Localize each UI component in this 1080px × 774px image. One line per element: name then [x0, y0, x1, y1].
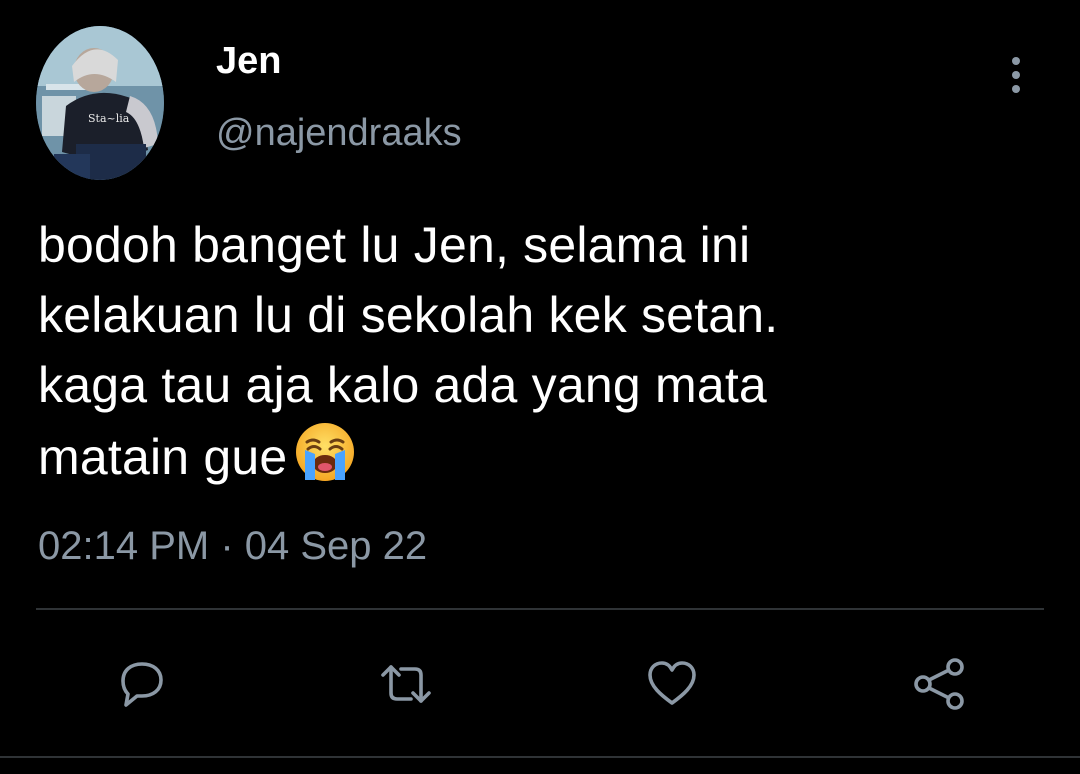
avatar-photo-icon: Sta~lia	[36, 26, 164, 180]
svg-text:Sta~lia: Sta~lia	[88, 112, 130, 125]
tweet-detail: Sta~lia Jen @najendraaks bodoh banget lu…	[0, 0, 1080, 774]
tweet-timestamp: 02:14 PM · 04 Sep 22	[38, 524, 428, 568]
tweet-text-line: matain gue	[38, 420, 1038, 492]
like-button[interactable]	[640, 652, 704, 716]
avatar[interactable]: Sta~lia	[36, 26, 164, 180]
author-handle[interactable]: @najendraaks	[216, 112, 462, 155]
retweet-icon	[381, 665, 431, 703]
tweet-text-line: bodoh banget lu Jen, selama ini	[38, 217, 751, 273]
reply-button[interactable]	[110, 652, 174, 716]
vertical-ellipsis-icon	[1012, 57, 1020, 93]
tweet-text-line: kelakuan lu di sekolah kek setan.	[38, 287, 779, 343]
loudly-crying-face-icon	[293, 420, 357, 484]
heart-icon	[648, 661, 696, 705]
speech-bubble-icon	[121, 662, 163, 707]
share-button[interactable]	[908, 652, 972, 716]
tweet-text: bodoh banget lu Jen, selama ini kelakuan…	[38, 210, 1038, 492]
tweet-text-last-words: matain gue	[38, 429, 288, 485]
retweet-button[interactable]	[374, 652, 438, 716]
tweet-text-line: kaga tau aja kalo ada yang mata	[38, 357, 767, 413]
share-icon	[914, 658, 964, 710]
divider	[0, 756, 1080, 758]
more-options-button[interactable]	[996, 54, 1036, 96]
author-display-name[interactable]: Jen	[216, 40, 281, 83]
divider	[36, 608, 1044, 610]
